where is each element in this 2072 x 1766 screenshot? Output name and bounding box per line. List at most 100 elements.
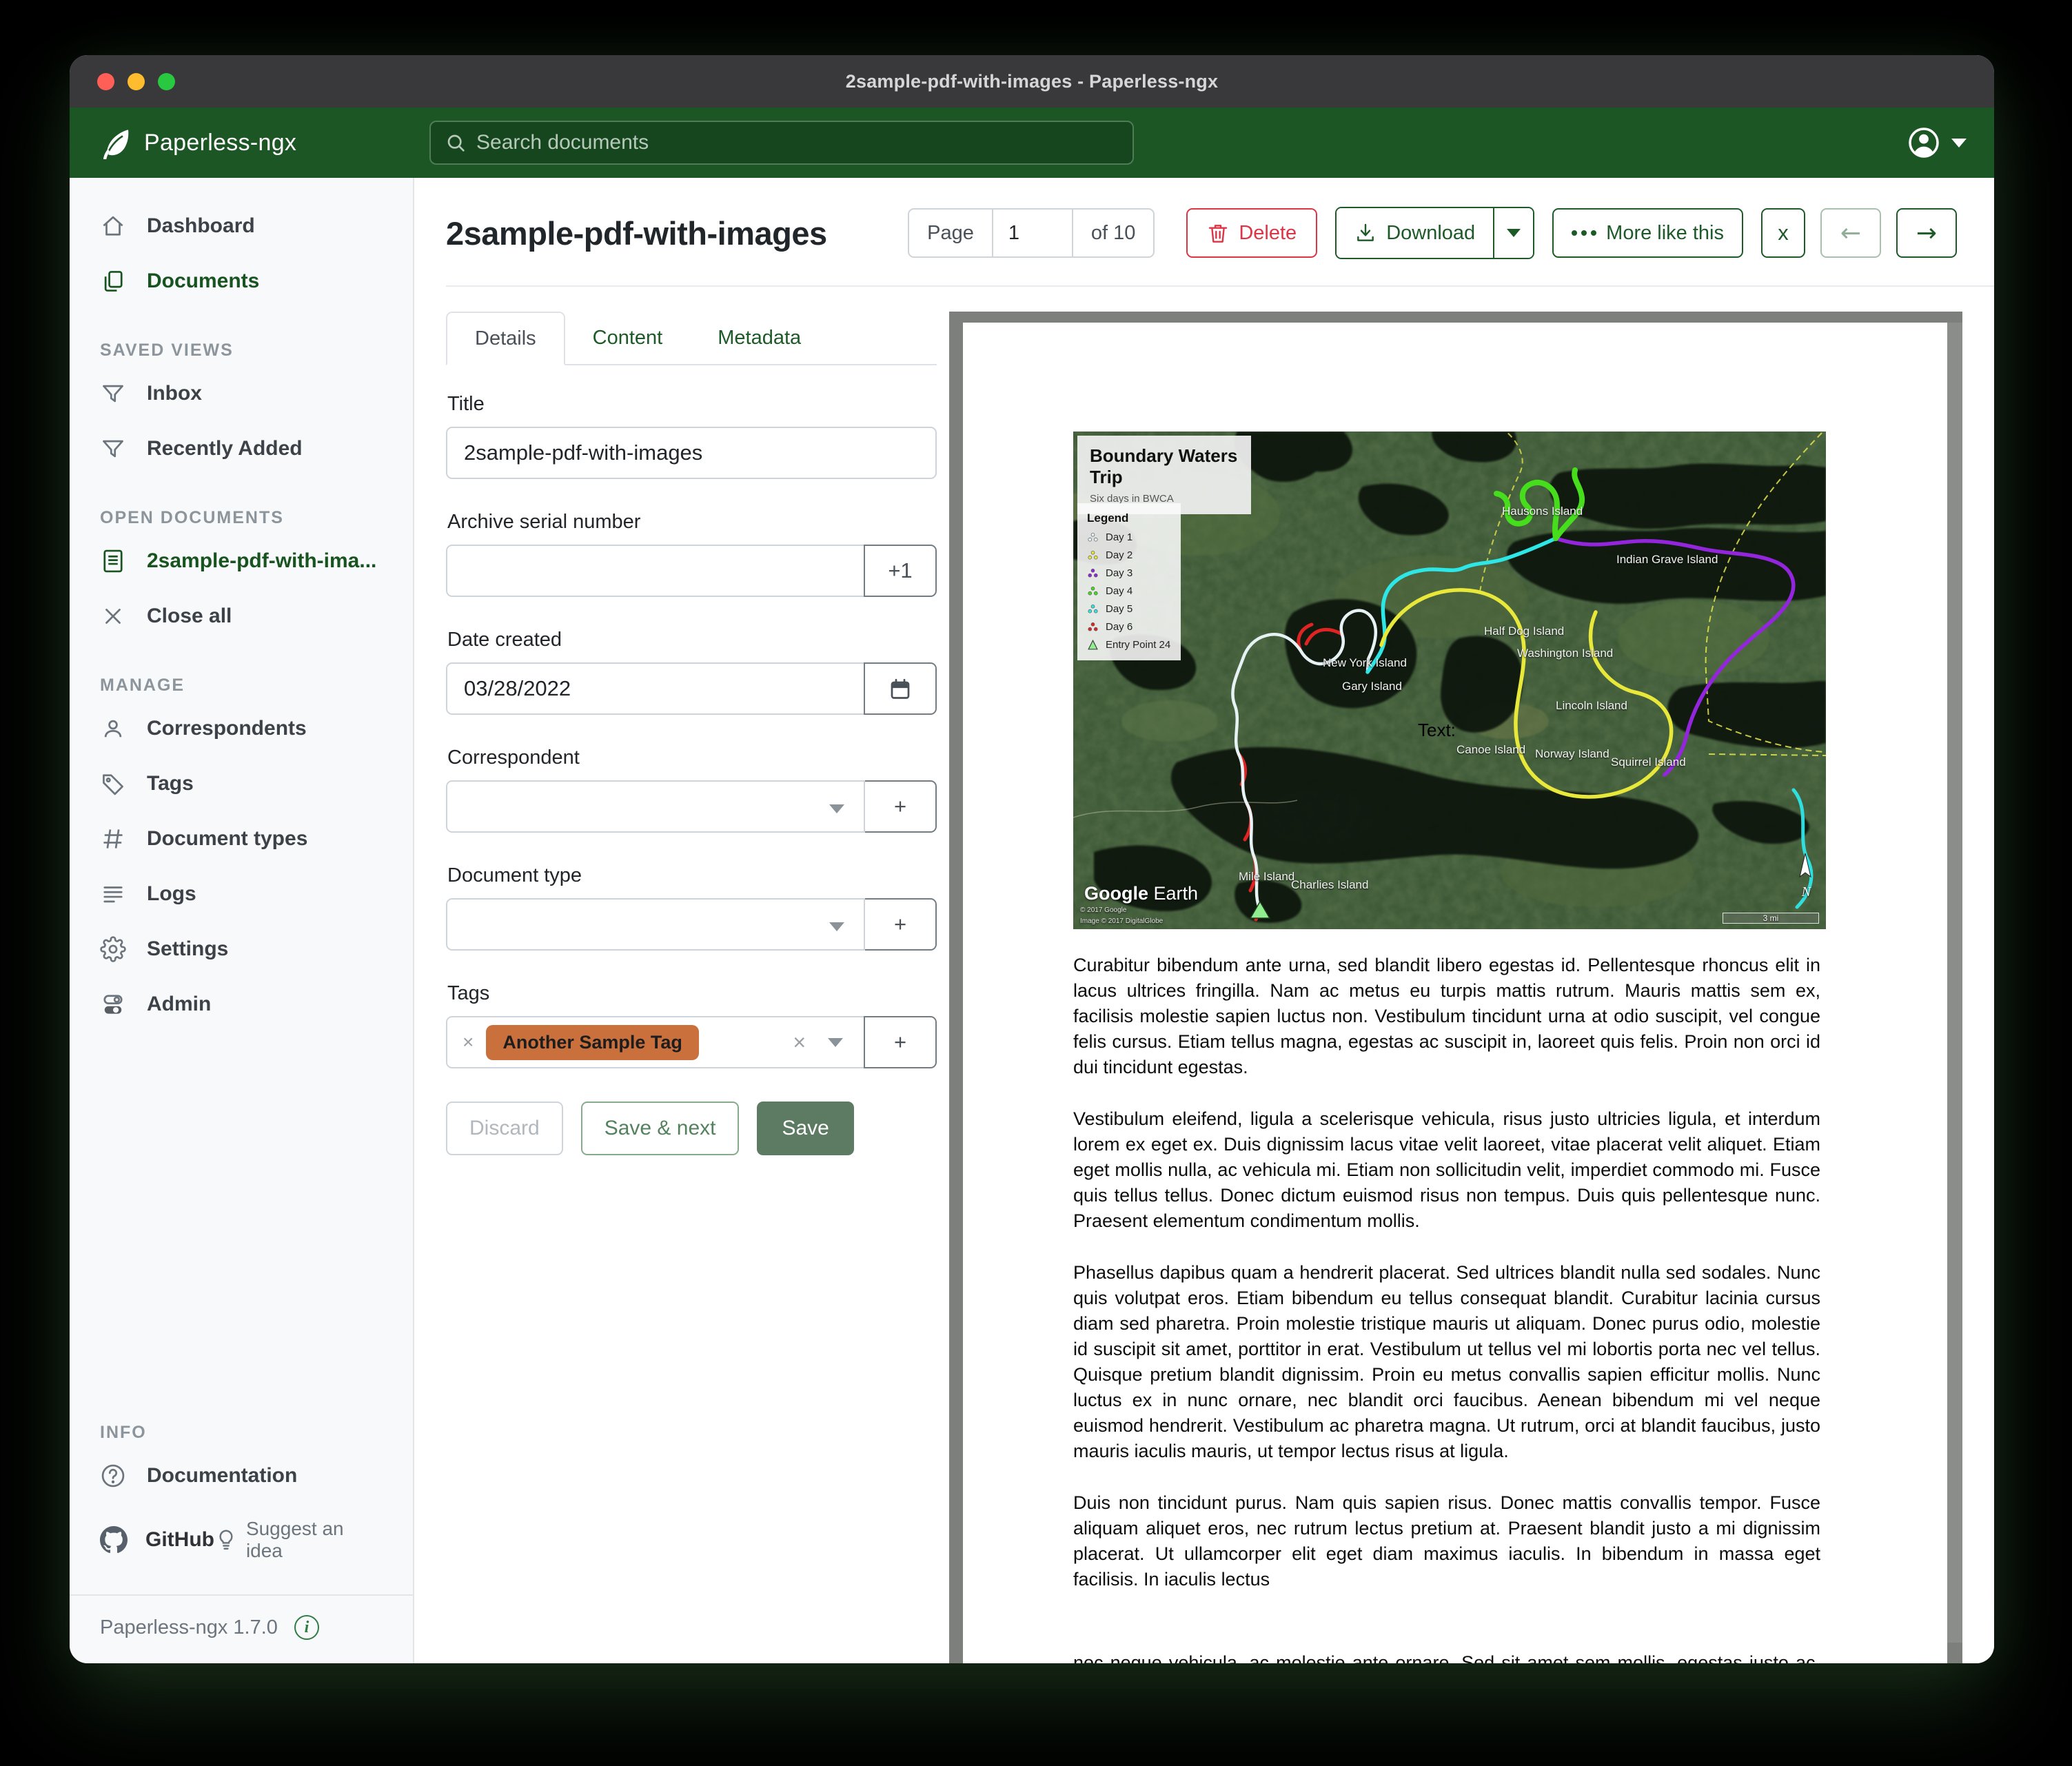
document-type-select[interactable] — [446, 898, 865, 951]
route-dots-icon — [1087, 621, 1099, 633]
add-document-type-button[interactable]: + — [864, 898, 937, 951]
legend-item: Entry Point 24 — [1087, 639, 1171, 651]
ellipsis-icon — [1572, 230, 1596, 236]
asn-field[interactable] — [446, 545, 865, 597]
sidebar-item-logs[interactable]: Logs — [70, 866, 413, 922]
map-place-label: Squirrel Island — [1611, 755, 1686, 769]
map-place-label: Norway Island — [1535, 747, 1609, 761]
file-text-icon — [100, 548, 126, 574]
map-place-label: Canoe Island — [1456, 743, 1525, 757]
search-icon — [445, 132, 467, 154]
screen: 2sample-pdf-with-images - Paperless-ngx … — [0, 0, 2072, 1766]
map-place-label: Mile Island — [1239, 870, 1294, 884]
next-document-button[interactable]: → — [1896, 208, 1957, 258]
leaf-logo-icon — [99, 126, 132, 159]
sidebar-spacer — [70, 1032, 413, 1391]
window-title: 2sample-pdf-with-images - Paperless-ngx — [70, 71, 1994, 92]
tab-details[interactable]: Details — [446, 312, 565, 365]
details-form: Details Content Metadata Title Archive s… — [446, 312, 937, 1663]
map-place-label: Gary Island — [1342, 680, 1402, 693]
download-button[interactable]: Download — [1337, 208, 1493, 258]
previous-document-button[interactable]: ← — [1820, 208, 1881, 258]
map-place-label: Half Dog Island — [1484, 625, 1564, 638]
correspondent-label: Correspondent — [447, 747, 937, 769]
pdf-page: Boundary Waters Trip Six days in BWCA Le… — [963, 323, 1947, 1663]
sidebar-item-tags[interactable]: Tags — [70, 756, 413, 811]
download-options-button[interactable] — [1493, 208, 1533, 258]
arrow-left-icon: ← — [1840, 219, 1861, 247]
chevron-down-icon — [1951, 139, 1967, 148]
copyright-line2: Image © 2017 DigitalGlobe — [1080, 917, 1163, 925]
calendar-button[interactable] — [864, 662, 937, 715]
document-header: 2sample-pdf-with-images Page of 10 Delet… — [446, 207, 1994, 259]
asn-plus-one-button[interactable]: +1 — [864, 545, 937, 597]
save-button[interactable]: Save — [757, 1102, 853, 1155]
chevron-down-icon — [829, 804, 844, 813]
chevron-down-icon — [1507, 229, 1521, 237]
remove-tag-icon[interactable]: × — [463, 1031, 474, 1053]
document-type-label: Document type — [447, 864, 937, 887]
title-field[interactable] — [446, 427, 937, 479]
delete-button[interactable]: Delete — [1186, 208, 1317, 258]
open-documents-heading: OPEN DOCUMENTS — [100, 508, 413, 528]
page-title: 2sample-pdf-with-images — [446, 214, 827, 252]
sidebar-item-settings[interactable]: Settings — [70, 922, 413, 977]
add-correspondent-button[interactable]: + — [864, 780, 937, 833]
saved-views-heading: SAVED VIEWS — [100, 341, 413, 361]
close-document-button[interactable]: x — [1761, 208, 1805, 258]
tags-select[interactable]: × Another Sample Tag × — [446, 1016, 865, 1068]
sidebar-item-close-all[interactable]: Close all — [70, 589, 413, 644]
save-and-next-button[interactable]: Save & next — [581, 1102, 740, 1155]
sidebar-item-github[interactable]: GitHub — [100, 1526, 214, 1554]
route-dots-icon — [1087, 585, 1099, 597]
legend-rows: Day 1Day 2Day 3Day 4Day 5Day 6Entry Poin… — [1087, 531, 1171, 651]
info-icon[interactable]: i — [294, 1615, 319, 1640]
tab-bar: Details Content Metadata — [446, 312, 937, 365]
pdf-preview-panel: Boundary Waters Trip Six days in BWCA Le… — [949, 312, 1994, 1663]
filter-icon — [100, 380, 126, 407]
document-paragraph: Curabitur bibendum ante urna, sed blandi… — [1073, 953, 1820, 1080]
sidebar-item-inbox[interactable]: Inbox — [70, 366, 413, 421]
sidebar-item-documents[interactable]: Documents — [70, 254, 413, 309]
sidebar-item-document-types[interactable]: Document types — [70, 811, 413, 866]
brand[interactable]: Paperless-ngx — [99, 126, 296, 159]
clear-tags-icon[interactable]: × — [793, 1030, 806, 1055]
map-place-label: Text: — [1418, 720, 1456, 741]
user-menu[interactable] — [1907, 125, 1967, 160]
correspondent-select[interactable] — [446, 780, 865, 833]
sidebar-item-correspondents[interactable]: Correspondents — [70, 701, 413, 756]
gear-icon — [100, 936, 126, 962]
sidebar-item-suggest-idea[interactable]: Suggest an idea — [214, 1518, 385, 1562]
tab-content[interactable]: Content — [565, 312, 691, 364]
title-field-label: Title — [447, 393, 937, 416]
add-tag-button[interactable]: + — [864, 1016, 937, 1068]
document-paragraph: Vestibulum eleifend, ligula a scelerisqu… — [1073, 1106, 1820, 1234]
tag-chip[interactable]: Another Sample Tag — [486, 1025, 699, 1060]
map-place-label: New York Island — [1323, 656, 1407, 670]
more-like-this-button[interactable]: More like this — [1552, 208, 1743, 258]
sidebar-item-dashboard[interactable]: Dashboard — [70, 199, 413, 254]
download-icon — [1354, 222, 1377, 244]
sidebar-item-admin[interactable]: Admin — [70, 977, 413, 1032]
legend-item: Day 6 — [1087, 621, 1171, 633]
page-number-input[interactable] — [992, 210, 1073, 256]
route-dots-icon — [1087, 549, 1099, 561]
preview-scrollbar-track[interactable] — [1962, 312, 1994, 1663]
entry-point-icon — [1087, 639, 1099, 651]
sidebar-item-documentation[interactable]: Documentation — [70, 1448, 413, 1503]
legend-item: Day 3 — [1087, 567, 1171, 579]
sidebar-item-recently-added[interactable]: Recently Added — [70, 421, 413, 476]
filter-icon — [100, 436, 126, 462]
arrow-right-icon: → — [1916, 219, 1937, 247]
tags-label: Tags — [447, 982, 937, 1005]
copyright-line1: © 2017 Google — [1080, 906, 1126, 914]
document-paragraph: nec neque vehicula, ac molestie ante orn… — [1073, 1650, 1820, 1663]
preview-scrollbar-thumb[interactable] — [1947, 323, 1962, 1643]
help-circle-icon — [100, 1463, 126, 1489]
tab-metadata[interactable]: Metadata — [690, 312, 829, 364]
search-input[interactable]: Search documents — [429, 121, 1134, 165]
tag-icon — [100, 771, 126, 797]
sidebar-item-open-document[interactable]: 2sample-pdf-with-ima... — [70, 534, 413, 589]
discard-button[interactable]: Discard — [446, 1102, 563, 1155]
date-created-field[interactable] — [446, 662, 865, 715]
